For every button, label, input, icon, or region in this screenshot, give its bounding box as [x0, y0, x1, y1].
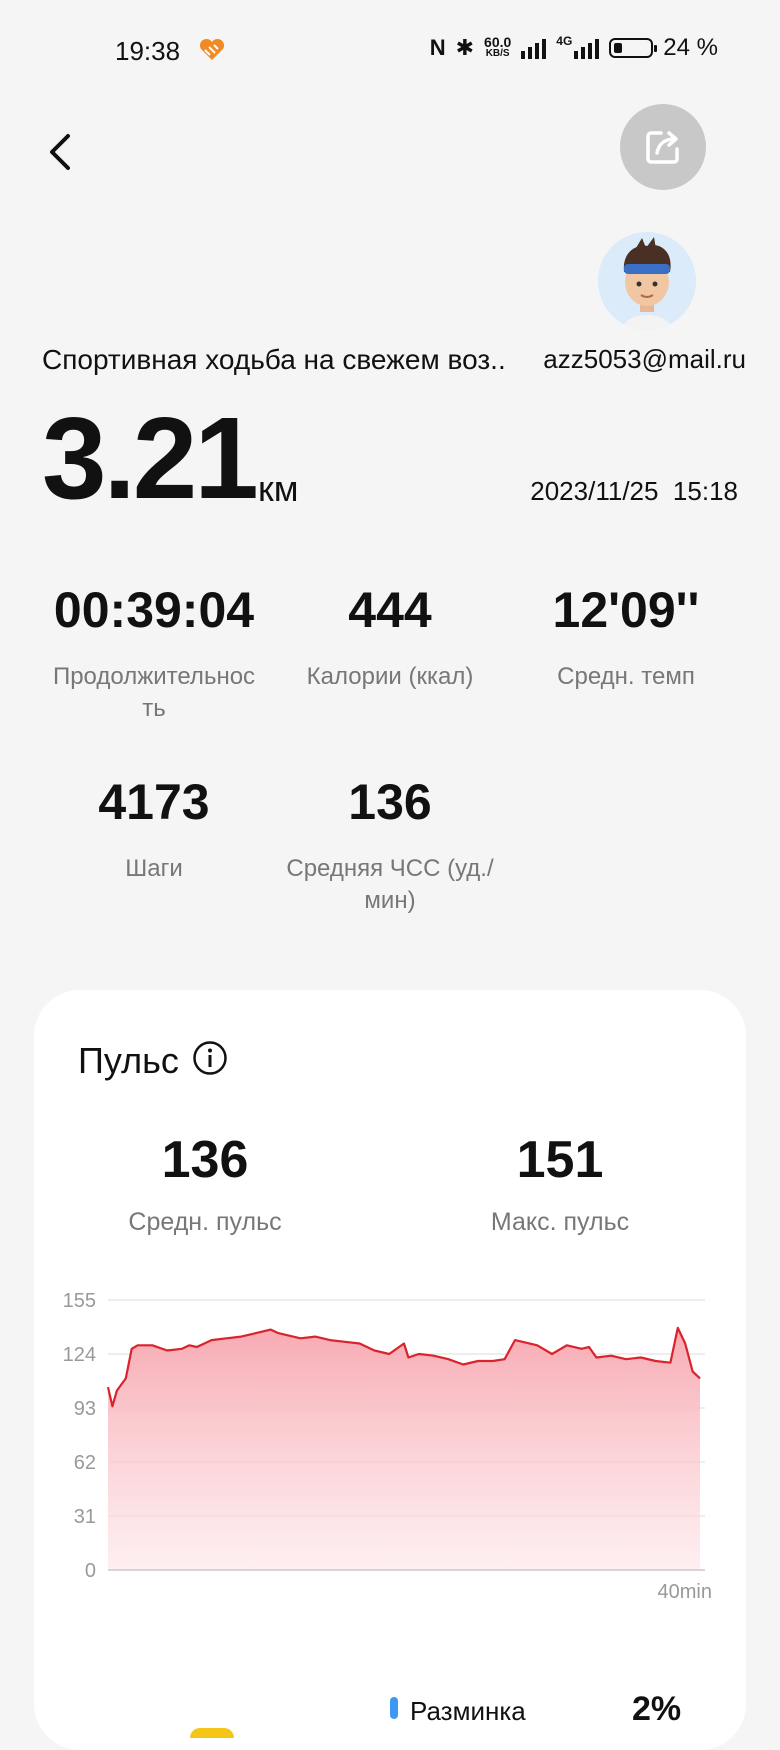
stat-pace-value: 12'09'': [552, 582, 700, 638]
nfc-icon: N: [429, 35, 446, 60]
heart-rate-area: [108, 1327, 700, 1570]
workout-datetime: 2023/11/25 15:18: [530, 476, 738, 507]
network-type: 4G: [556, 34, 573, 48]
stat-calories-label: Калории (ккал): [306, 663, 474, 690]
y-tick-label: 93: [74, 1398, 96, 1420]
signal-icon: [521, 37, 547, 59]
share-button[interactable]: [620, 104, 706, 190]
signal-4g-icon: [574, 37, 600, 59]
avatar[interactable]: [598, 232, 696, 330]
y-tick-label: 124: [63, 1344, 96, 1366]
max-pulse: 151 Макс. пульс: [430, 1134, 690, 1237]
warmup-zone-label: Разминка: [410, 1696, 526, 1726]
stat-duration-value: 00:39:04: [53, 582, 255, 638]
status-time: 19:38: [115, 36, 181, 66]
status-icons: N ✱ 60.0 KB/S 4G 24 %: [430, 34, 718, 62]
max-pulse-label: Макс. пульс: [490, 1208, 630, 1236]
stat-duration: 00:39:04 Продолжительнос ть: [34, 585, 274, 725]
battery-icon: [609, 38, 658, 58]
health-app-icon: [199, 38, 225, 60]
workout-time: 15:18: [672, 476, 738, 506]
stat-avg-hr: 136 Средняя ЧСС (уд./ мин): [270, 777, 510, 917]
network-speed: 60.0 KB/S: [484, 34, 512, 59]
battery-percent: 24 %: [663, 34, 718, 61]
avg-pulse-label: Средн. пульс: [128, 1208, 282, 1236]
share-icon: [646, 131, 679, 164]
stat-avg-hr-label: Средняя ЧСС (уд./ мин): [286, 855, 494, 914]
stat-steps-label: Шаги: [125, 855, 183, 882]
bluetooth-icon: ✱: [455, 35, 475, 60]
avg-pulse: 136 Средн. пульс: [75, 1134, 335, 1237]
stat-calories-value: 444: [348, 582, 432, 638]
distance-value: 3.21: [42, 393, 259, 523]
info-icon[interactable]: [192, 1040, 228, 1076]
y-tick-label: 0: [85, 1560, 96, 1582]
user-email: azz5053@mail.ru: [543, 344, 746, 374]
stat-avg-hr-value: 136: [348, 774, 432, 830]
stat-pace: 12'09'' Средн. темп: [506, 585, 746, 693]
warmup-zone-value: 2%: [632, 1690, 682, 1728]
y-tick-label: 155: [63, 1290, 96, 1312]
warmup-zone-marker: [390, 1697, 398, 1719]
y-tick-label: 62: [74, 1452, 96, 1474]
stat-steps: 4173 Шаги: [34, 777, 274, 885]
stat-calories: 444 Калории (ккал): [270, 585, 510, 693]
stat-steps-value: 4173: [98, 774, 210, 830]
pulse-title: Пульс: [78, 1040, 179, 1081]
stat-duration-label: Продолжительнос ть: [52, 663, 256, 722]
avg-pulse-value: 136: [161, 1131, 249, 1189]
avatar-icon: [598, 232, 696, 330]
distance-unit: км: [258, 468, 299, 509]
heart-rate-chart: 155 124 93 62 31 0 40min: [63, 1290, 712, 1603]
y-tick-label: 31: [74, 1506, 96, 1528]
back-button[interactable]: [40, 122, 84, 182]
max-pulse-value: 151: [516, 1131, 604, 1189]
stat-pace-label: Средн. темп: [557, 663, 695, 690]
x-axis-end-label: 40min: [658, 1581, 712, 1603]
workout-date: 2023/11/25: [530, 476, 659, 506]
activity-title: Спортивная ходьба на свежем воз..: [42, 344, 506, 375]
zone-ring-chart: [190, 1728, 234, 1738]
